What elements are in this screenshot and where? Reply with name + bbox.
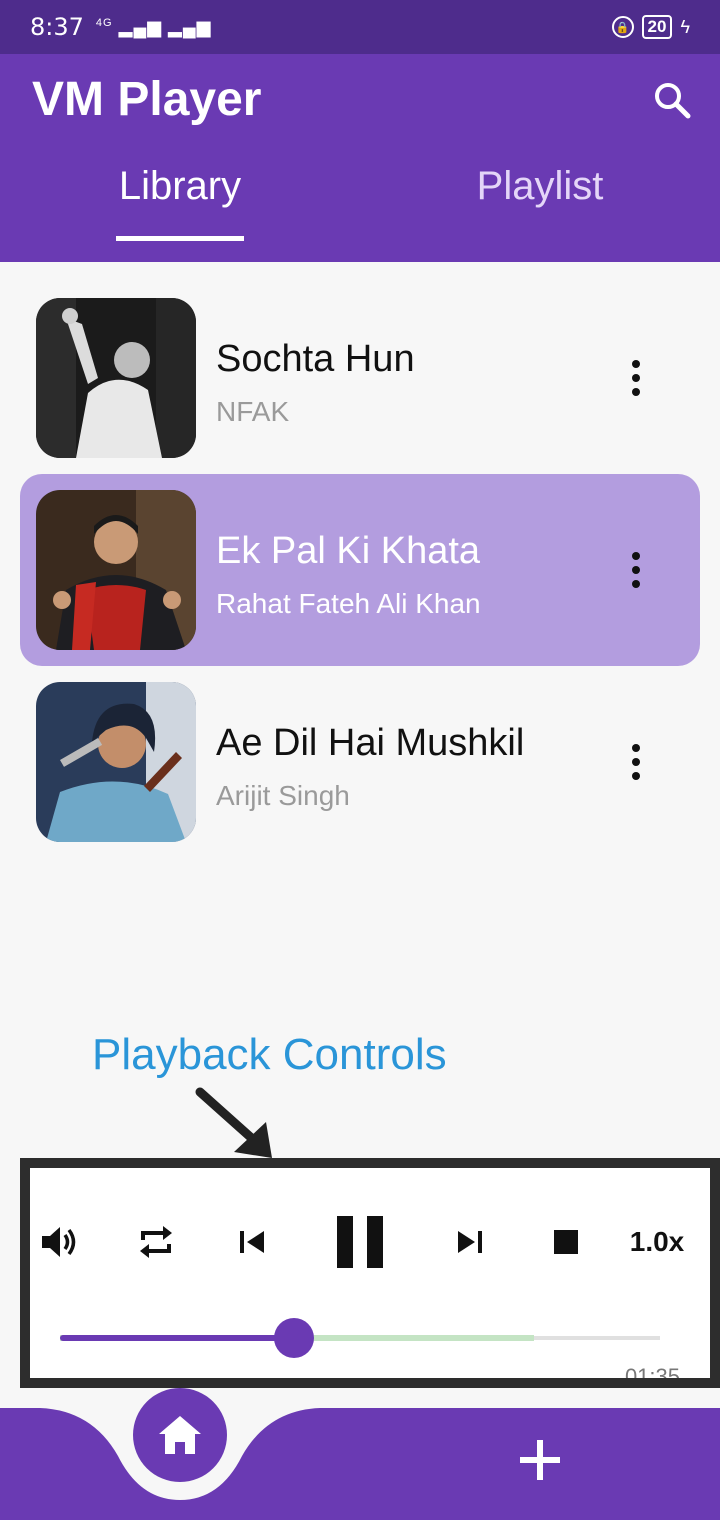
song-title: Ek Pal Ki Khata — [216, 530, 481, 572]
pause-icon — [337, 1216, 383, 1268]
next-button[interactable] — [448, 1214, 492, 1270]
song-title: Ae Dil Hai Mushkil — [216, 722, 525, 764]
speed-button[interactable]: 1.0x — [622, 1214, 692, 1270]
pause-button[interactable] — [330, 1214, 390, 1270]
previous-button[interactable] — [230, 1214, 274, 1270]
more-options-icon[interactable] — [624, 744, 648, 780]
annotation-label: Playback Controls — [92, 1030, 447, 1079]
seek-thumb[interactable] — [274, 1318, 314, 1358]
status-time: 8:37 — [30, 13, 84, 41]
app-bar: VM Player Library Playlist — [0, 54, 720, 262]
album-art — [36, 298, 196, 458]
song-artist: Arijit Singh — [216, 780, 350, 811]
add-icon[interactable] — [518, 1438, 562, 1482]
search-icon[interactable] — [652, 80, 692, 120]
stop-icon — [554, 1230, 578, 1254]
status-right: 🔒 20 ϟ — [611, 15, 690, 39]
battery-level: 20 — [647, 17, 667, 36]
song-item-active[interactable]: Ek Pal Ki Khata Rahat Fateh Ali Khan — [20, 474, 700, 666]
signal-icon: 4G ▂▄▆ ▂▄▆ — [95, 16, 212, 37]
home-icon — [159, 1416, 201, 1454]
home-button[interactable] — [133, 1388, 227, 1482]
song-artist: NFAK — [216, 396, 290, 427]
more-options-icon[interactable] — [624, 552, 648, 588]
status-bar: 8:37 4G ▂▄▆ ▂▄▆ 🔒 20 ϟ — [0, 0, 720, 54]
repeat-button[interactable] — [134, 1214, 178, 1270]
skip-previous-icon — [240, 1231, 264, 1253]
song-item[interactable]: Ae Dil Hai Mushkil Arijit Singh — [20, 666, 700, 858]
stop-button[interactable] — [544, 1214, 588, 1270]
skip-next-icon — [458, 1231, 482, 1253]
more-options-icon[interactable] — [624, 360, 648, 396]
tab-playlist[interactable]: Playlist — [360, 164, 720, 209]
volume-button[interactable] — [38, 1214, 82, 1270]
tab-indicator — [116, 236, 244, 241]
song-item[interactable]: Sochta Hun NFAK — [20, 282, 700, 474]
tab-library[interactable]: Library — [0, 164, 360, 209]
playback-controls: 1.0x 01:35 — [20, 1158, 720, 1388]
volume-icon — [42, 1227, 76, 1257]
album-art — [36, 490, 196, 650]
progress-bar — [60, 1335, 294, 1341]
album-art — [36, 682, 196, 842]
repeat-icon — [140, 1226, 172, 1258]
network-type: 4G — [95, 16, 113, 29]
rotation-lock-icon: 🔒 — [611, 16, 634, 38]
charging-icon: ϟ — [680, 16, 690, 37]
app-title: VM Player — [32, 73, 262, 126]
song-title: Sochta Hun — [216, 338, 415, 380]
song-artist: Rahat Fateh Ali Khan — [216, 588, 481, 619]
battery-icon: 20 — [641, 15, 673, 39]
bottom-nav — [0, 1408, 720, 1520]
elapsed-time: 01:35 — [624, 1364, 680, 1388]
